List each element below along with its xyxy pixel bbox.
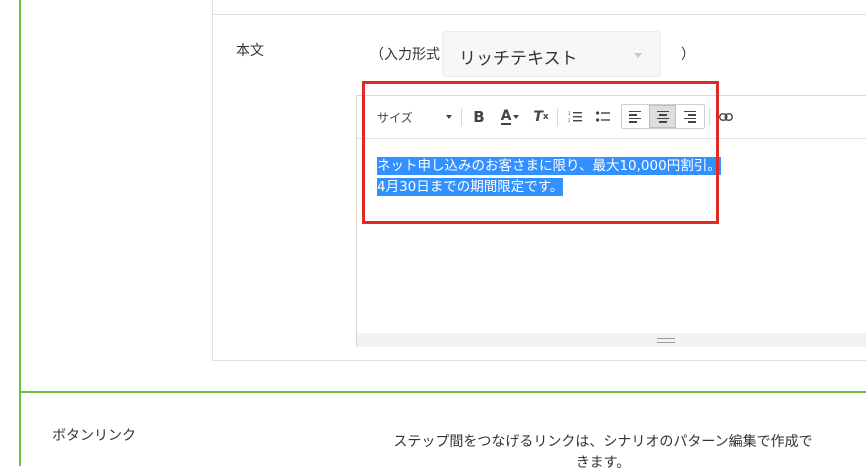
- selected-text: 4月30日までの期間限定です。: [377, 178, 564, 196]
- editor-line: ネット申し込みのお客さまに限り、最大10,000円割引。: [377, 156, 721, 177]
- button-link-label: ボタンリンク: [52, 428, 136, 444]
- clear-format-icon[interactable]: Tx: [531, 105, 551, 129]
- toolbar-divider: [557, 108, 558, 126]
- section-left-border: [19, 0, 21, 466]
- panel-top-divider: [212, 14, 866, 15]
- editor-resize-handle[interactable]: [357, 333, 866, 347]
- grip-icon: [657, 338, 675, 343]
- align-center-icon[interactable]: [649, 105, 676, 128]
- toolbar-divider: [709, 108, 710, 126]
- chevron-down-icon[interactable]: [445, 105, 453, 129]
- input-format-close: ）: [681, 47, 695, 63]
- editor-toolbar: サイズ B A Tx 12: [357, 96, 866, 139]
- link-icon[interactable]: [717, 105, 735, 129]
- svg-text:1: 1: [568, 111, 571, 116]
- rich-text-editor[interactable]: サイズ B A Tx 12 ネット申し込みのお客さまに限り、最大10,000円割…: [356, 95, 866, 347]
- chevron-down-icon: [634, 53, 642, 58]
- selected-text: ネット申し込みのお客さまに限り、最大10,000円割引。: [377, 157, 721, 175]
- align-left-icon[interactable]: [622, 105, 648, 128]
- input-format-value: リッチテキスト: [459, 49, 578, 69]
- editor-line: 4月30日までの期間限定です。: [377, 177, 721, 198]
- input-format-label: （入力形式: [370, 47, 440, 63]
- section-divider: [19, 391, 866, 393]
- font-color-icon[interactable]: A: [497, 105, 523, 129]
- toolbar-divider: [461, 108, 462, 126]
- editor-content[interactable]: ネット申し込みのお客さまに限り、最大10,000円割引。 4月30日までの期間限…: [377, 156, 721, 198]
- body-label: 本文: [236, 43, 264, 59]
- bold-icon[interactable]: B: [469, 105, 489, 129]
- button-link-note: ステップ間をつなげるリンクは、シナリオのパターン編集で作成できます。: [393, 434, 813, 471]
- font-size-select[interactable]: サイズ: [377, 105, 413, 129]
- bullet-list-icon[interactable]: [593, 105, 613, 129]
- ordered-list-icon[interactable]: 12: [565, 105, 585, 129]
- input-format-select[interactable]: リッチテキスト: [442, 31, 661, 77]
- align-right-icon[interactable]: [677, 105, 703, 128]
- svg-text:2: 2: [568, 118, 571, 123]
